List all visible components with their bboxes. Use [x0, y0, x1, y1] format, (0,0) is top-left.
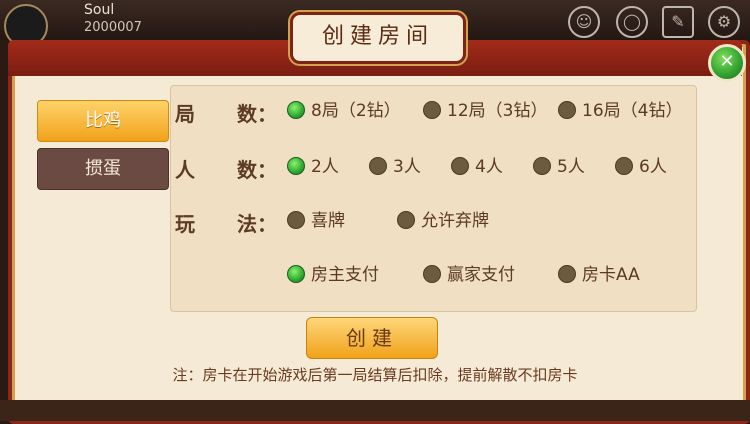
- players-label-b: 数：: [237, 158, 277, 182]
- radio-unselected: [369, 157, 387, 175]
- option-players-5[interactable]: 5人: [533, 154, 603, 180]
- option-rounds-8[interactable]: 8局（2钻）: [287, 98, 407, 124]
- option-label: 房卡AA: [582, 265, 640, 285]
- option-pay-aa[interactable]: 房卡AA: [558, 262, 678, 288]
- rules-label-b: 法：: [237, 212, 277, 236]
- close-icon: ✕: [719, 51, 735, 72]
- option-pay-winner[interactable]: 赢家支付: [423, 262, 543, 288]
- option-rule-xipai[interactable]: 喜牌: [287, 208, 377, 234]
- checkbox-unselected: [287, 211, 305, 229]
- rules-label-a: 玩: [175, 212, 195, 236]
- radio-unselected: [615, 157, 633, 175]
- radio-unselected: [558, 101, 576, 119]
- gear-icon[interactable]: ⚙: [708, 6, 740, 38]
- checkbox-unselected: [397, 211, 415, 229]
- option-label: 16局（4钻）: [582, 101, 683, 121]
- option-label: 4人: [475, 157, 503, 177]
- players-label-a: 人: [175, 158, 195, 182]
- option-label: 3人: [393, 157, 421, 177]
- radio-selected: [287, 101, 305, 119]
- close-button[interactable]: ✕: [708, 44, 746, 82]
- option-label: 喜牌: [311, 211, 345, 231]
- option-players-6[interactable]: 6人: [615, 154, 685, 180]
- smile-icon[interactable]: ☺: [568, 6, 600, 38]
- notice-text: 注：房卡在开始游戏后第一局结算后扣除，提前解散不扣房卡: [172, 366, 578, 384]
- tab-guandan[interactable]: 掼蛋: [37, 148, 169, 190]
- option-players-3[interactable]: 3人: [369, 154, 439, 180]
- option-label: 房主支付: [311, 265, 379, 285]
- service-icon[interactable]: ◯: [616, 6, 648, 38]
- option-label: 6人: [639, 157, 667, 177]
- radio-selected: [287, 157, 305, 175]
- option-label: 允许弃牌: [421, 211, 489, 231]
- radio-selected: [287, 265, 305, 283]
- option-label: 5人: [557, 157, 585, 177]
- player-id: 2000007: [84, 20, 142, 35]
- bottom-bar: [0, 400, 750, 421]
- tab-biji[interactable]: 比鸡: [37, 100, 169, 142]
- radio-unselected: [423, 101, 441, 119]
- radio-unselected: [423, 265, 441, 283]
- radio-unselected: [533, 157, 551, 175]
- player-name: Soul: [84, 2, 115, 18]
- option-label: 12局（3钻）: [447, 101, 548, 121]
- option-label: 赢家支付: [447, 265, 515, 285]
- option-pay-owner[interactable]: 房主支付: [287, 262, 407, 288]
- option-rounds-12[interactable]: 12局（3钻）: [423, 98, 553, 124]
- dialog-title: 创建房间: [290, 12, 466, 64]
- create-button[interactable]: 创建: [306, 317, 438, 359]
- radio-unselected: [451, 157, 469, 175]
- notice-icon[interactable]: ✎: [662, 6, 694, 38]
- option-players-2[interactable]: 2人: [287, 154, 357, 180]
- option-label: 2人: [311, 157, 339, 177]
- rounds-label-a: 局: [175, 102, 195, 126]
- option-rule-allow-fold[interactable]: 允许弃牌: [397, 208, 517, 234]
- rounds-label-b: 数：: [237, 102, 277, 126]
- option-rounds-16[interactable]: 16局（4钻）: [558, 98, 688, 124]
- radio-unselected: [558, 265, 576, 283]
- option-players-4[interactable]: 4人: [451, 154, 521, 180]
- option-label: 8局（2钻）: [311, 101, 401, 121]
